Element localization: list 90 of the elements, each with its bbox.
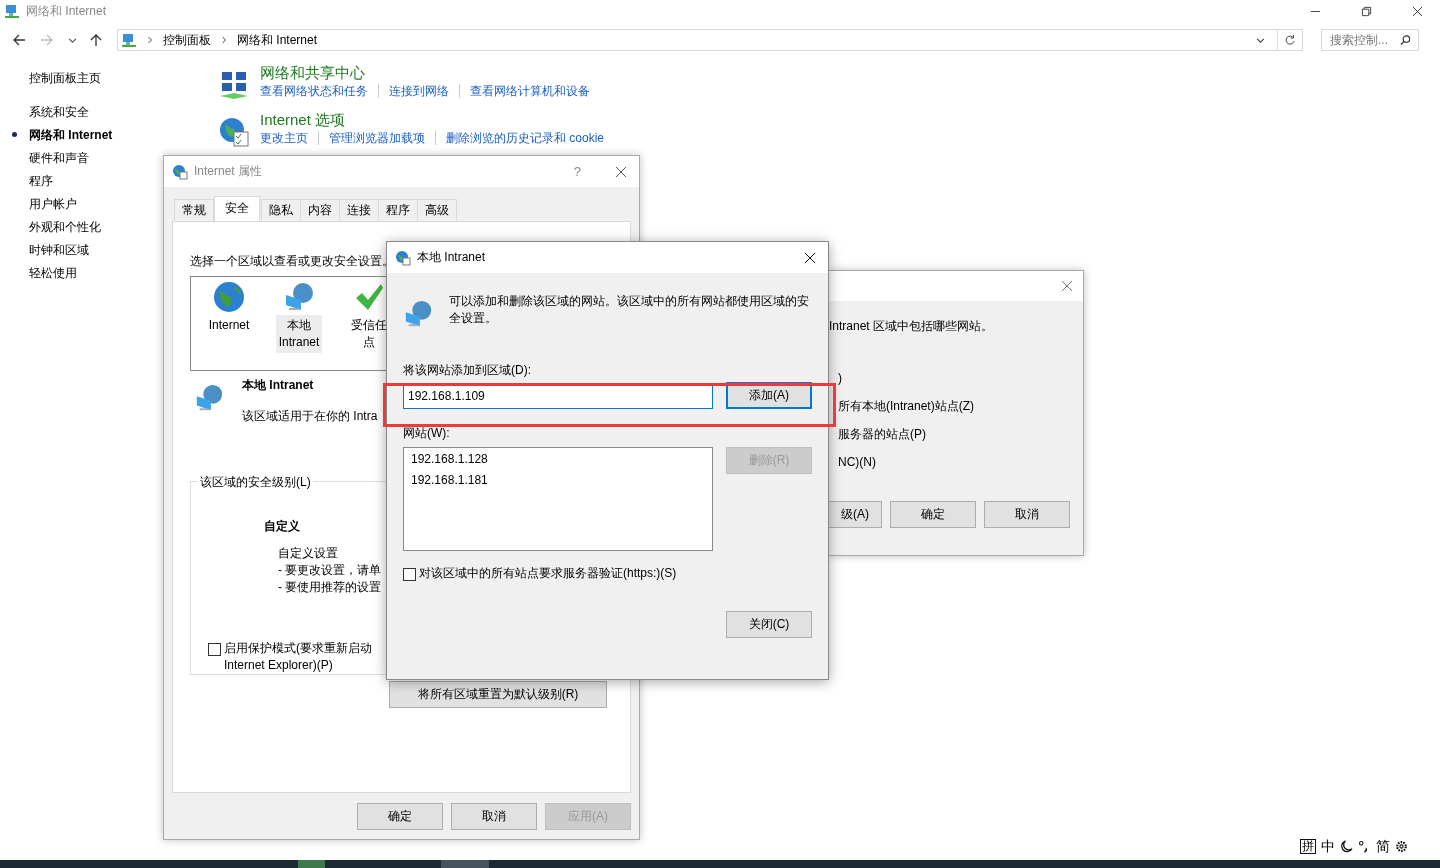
dialog-button[interactable]: 取消: [451, 803, 537, 830]
window-title: 网络和 Internet: [26, 2, 107, 20]
settings-icon[interactable]: [1395, 839, 1408, 853]
tab[interactable]: 隐私: [261, 199, 301, 221]
dialog-button[interactable]: 级(A): [829, 501, 882, 528]
sidebar-item[interactable]: 硬件和声音: [29, 150, 89, 166]
category-title[interactable]: Internet 选项: [260, 110, 346, 130]
search-icon: [1400, 34, 1411, 46]
search-field[interactable]: 搜索控制...: [1321, 29, 1419, 51]
category-link[interactable]: 连接到网络: [389, 83, 449, 99]
category-link[interactable]: 查看网络计算机和设备: [470, 83, 590, 99]
dialog-title: 本地 Intranet: [417, 249, 486, 266]
dialog-text: 可以添加和删除该区域的网站。该区域中的所有网站都使用区域的安全设置。: [449, 293, 810, 327]
chevron-right-icon: [221, 36, 227, 44]
globe-icon: [172, 163, 188, 180]
network-icon: [121, 32, 137, 48]
ime-indicator[interactable]: 拼: [1300, 838, 1316, 854]
chevron-down-icon[interactable]: [68, 35, 77, 45]
category-link[interactable]: 删除浏览的历史记录和 cookie: [446, 130, 605, 146]
sidebar-item[interactable]: 程序: [29, 173, 53, 189]
sidebar-link[interactable]: 控制面板主页: [29, 70, 101, 87]
dialog-text: Intranet 区域中包括哪些网站。: [829, 318, 994, 335]
chevron-right-icon: [147, 36, 153, 44]
tab[interactable]: 高级: [417, 199, 457, 221]
bullet-icon: [12, 132, 17, 137]
field-label: 网站(W):: [403, 425, 450, 442]
ime-indicator[interactable]: 简: [1376, 838, 1390, 854]
globe-icon: [213, 281, 245, 313]
moon-icon[interactable]: [1340, 839, 1353, 853]
checkbox[interactable]: [403, 568, 416, 581]
checkbox-label[interactable]: 启用保护模式(要求重新启动 Internet Explorer)(P): [224, 640, 372, 674]
close-icon[interactable]: [1412, 5, 1423, 17]
list-item[interactable]: 192.168.1.181: [411, 472, 488, 489]
option-label: 所有本地(Intranet)站点(Z): [838, 398, 974, 415]
globe-monitor-icon: [283, 281, 315, 313]
close-button[interactable]: 关闭(C): [726, 611, 812, 638]
refresh-icon[interactable]: [1284, 34, 1296, 46]
level-description: - 要使用推荐的设置: [278, 579, 382, 596]
dialog-button[interactable]: 确定: [890, 501, 976, 528]
up-arrow-icon[interactable]: [89, 33, 103, 47]
zone-option[interactable]: Internet: [205, 315, 253, 336]
group-label: 该区域的安全级别(L): [198, 474, 313, 491]
sidebar-item[interactable]: 外观和个性化: [29, 219, 101, 235]
option-label: NC)(N): [838, 454, 877, 471]
tab[interactable]: 常规: [174, 199, 214, 221]
zone-option[interactable]: 本地 Intranet: [275, 315, 323, 353]
back-arrow-icon[interactable]: [12, 33, 26, 47]
breadcrumb-item[interactable]: 网络和 Internet: [237, 31, 318, 49]
restore-icon[interactable]: [1361, 5, 1372, 17]
tab[interactable]: 安全: [214, 196, 260, 221]
category-link[interactable]: 管理浏览器加载项: [329, 130, 425, 146]
chevron-down-icon[interactable]: [1256, 35, 1265, 45]
checkbox[interactable]: [208, 643, 221, 656]
option-label: 服务器的站点(P): [838, 426, 927, 443]
sidebar-item[interactable]: 网络和 Internet: [29, 127, 113, 143]
sidebar-item[interactable]: 用户帐户: [29, 196, 77, 212]
dialog-title: Internet 属性: [194, 163, 263, 180]
category-title[interactable]: 网络和共享中心: [260, 63, 365, 83]
reset-button[interactable]: 将所有区域重置为默认级别(R): [389, 681, 607, 708]
zone-option[interactable]: 受信任 点: [348, 315, 390, 353]
close-icon[interactable]: [615, 165, 627, 178]
address-bar[interactable]: 控制面板 网络和 Internet: [117, 29, 1303, 51]
globe-monitor-icon: [194, 383, 224, 413]
help-button[interactable]: ?: [573, 164, 581, 179]
sidebar-item[interactable]: 系统和安全: [29, 104, 89, 120]
option-label: ): [838, 370, 843, 387]
dialog-button[interactable]: 取消: [984, 501, 1070, 528]
zone-description: 该区域适用于在你的 Intra: [242, 408, 378, 425]
add-button[interactable]: 添加(A): [726, 382, 812, 409]
checkbox-label[interactable]: 对该区域中的所有站点要求服务器验证(https:)(S): [419, 565, 677, 582]
close-icon[interactable]: [804, 251, 816, 264]
level-description: - 要更改设置，请单: [278, 562, 382, 579]
globe-icon: [395, 249, 411, 266]
globe-checklist-icon: [218, 116, 250, 148]
field-label: 将该网站添加到区域(D):: [403, 362, 531, 379]
level-title: 自定义: [264, 518, 300, 535]
sidebar-item[interactable]: 轻松使用: [29, 265, 77, 281]
instruction-text: 选择一个区域以查看或更改安全设置。: [190, 253, 394, 270]
globe-monitor-icon: [403, 299, 433, 329]
sidebar-item[interactable]: 时钟和区域: [29, 242, 89, 258]
breadcrumb-item[interactable]: 控制面板: [163, 31, 211, 49]
zone-name: 本地 Intranet: [242, 377, 315, 394]
dialog-button[interactable]: 确定: [357, 803, 443, 830]
list-item[interactable]: 192.168.1.128: [411, 451, 488, 468]
category-link[interactable]: 查看网络状态和任务: [260, 83, 368, 99]
level-description: 自定义设置: [278, 545, 338, 562]
ime-indicator[interactable]: 中: [1321, 838, 1335, 854]
network-icon: [4, 3, 20, 19]
category-link[interactable]: 更改主页: [260, 130, 308, 146]
search-input[interactable]: 搜索控制...: [1330, 33, 1400, 47]
